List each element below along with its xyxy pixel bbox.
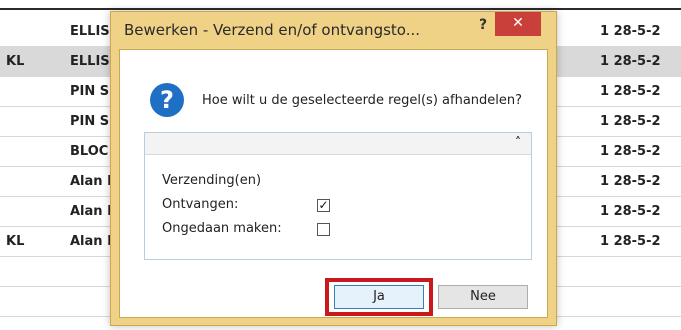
row-name: PIN S <box>70 114 110 129</box>
close-button[interactable]: ✕ <box>495 12 541 36</box>
row-date: 1 28-5-2 <box>600 114 661 129</box>
ongedaan-maken-checkbox[interactable] <box>317 223 330 236</box>
top-border-line <box>0 8 681 10</box>
row-date: 1 28-5-2 <box>600 24 661 39</box>
section-label: Verzending(en) <box>162 173 262 188</box>
group-header[interactable]: ˄ <box>145 133 531 155</box>
row-name: PIN S <box>70 84 110 99</box>
row-name: BLOC <box>70 144 109 159</box>
dialog-titlebar[interactable]: Bewerken - Verzend en/of ontvangsto... ?… <box>111 12 556 48</box>
collapse-chevron-icon[interactable]: ˄ <box>515 135 521 149</box>
dialog-body: ? Hoe wilt u de geselecteerde regel(s) a… <box>119 49 548 318</box>
row-name: Alan F <box>70 234 110 249</box>
row-date: 1 28-5-2 <box>600 204 661 219</box>
help-button[interactable]: ? <box>472 14 494 36</box>
row-date: 1 28-5-2 <box>600 144 661 159</box>
yes-button[interactable]: Ja <box>334 285 424 309</box>
ongedaan-maken-label: Ongedaan maken: <box>162 221 282 236</box>
row-date: 1 28-5-2 <box>600 174 661 189</box>
dialog-question: Hoe wilt u de geselecteerde regel(s) afh… <box>202 93 523 108</box>
ontvangen-label: Ontvangen: <box>162 197 239 212</box>
row-name: ELLIS <box>70 24 110 39</box>
no-button[interactable]: Nee <box>438 285 528 309</box>
row-date: 1 28-5-2 <box>600 234 661 249</box>
edit-dialog: Bewerken - Verzend en/of ontvangsto... ?… <box>110 11 557 326</box>
question-icon: ? <box>150 83 184 117</box>
row-date: 1 28-5-2 <box>600 54 661 69</box>
row-name: Alan F <box>70 204 110 219</box>
ontvangen-checkbox[interactable]: ✓ <box>317 199 330 212</box>
row-name: Alan F <box>70 174 110 189</box>
row-name: ELLIS <box>70 54 110 69</box>
dialog-title: Bewerken - Verzend en/of ontvangsto... <box>124 21 421 39</box>
row-prefix: KL <box>6 234 25 249</box>
row-prefix: KL <box>6 54 25 69</box>
options-group: ˄ Verzending(en) Ontvangen: ✓ Ongedaan m… <box>144 132 532 260</box>
row-date: 1 28-5-2 <box>600 84 661 99</box>
